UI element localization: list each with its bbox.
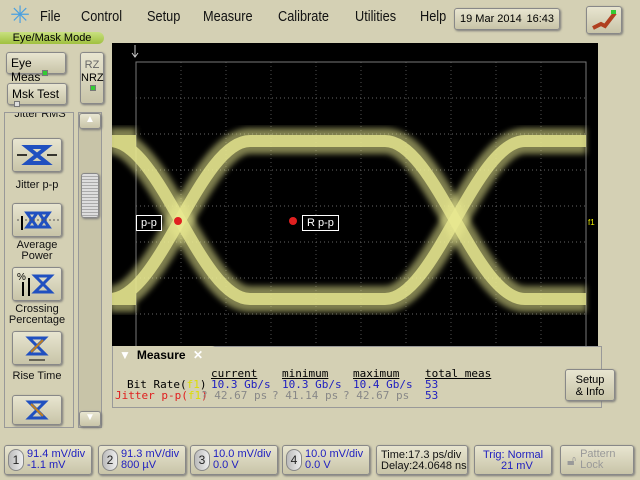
channel-knob: 1 — [8, 449, 24, 471]
value-total: 53 — [425, 389, 439, 402]
channel-offset: 0.0 V — [305, 459, 331, 471]
timebase-delay: Delay:24.0648 ns — [381, 460, 467, 472]
setup-info-label-2: & Info — [575, 386, 605, 398]
crossing-percentage-label: Crossing Percentage — [8, 303, 66, 326]
led-indicator — [14, 101, 20, 107]
channel-4-button[interactable]: 4 10.0 mV/div 0.0 V — [282, 445, 370, 475]
measure-panel: ▼ Measure ✕ current minimum maximum total… — [112, 346, 615, 408]
channel-offset: 0.0 V — [213, 459, 239, 471]
setup-info-button[interactable]: Setup & Info — [565, 369, 615, 401]
channel-offset: 800 µV — [121, 459, 157, 471]
scroll-down-button[interactable]: ▼ — [79, 411, 101, 427]
menu-bar: File Control Setup Measure Calibrate Uti… — [40, 8, 468, 25]
quick-measure-button[interactable] — [586, 6, 622, 34]
eye-trace — [109, 135, 586, 305]
time: 16:43 — [526, 13, 554, 25]
eye-diagram — [107, 45, 587, 351]
menu-measure[interactable]: Measure — [203, 8, 253, 25]
close-icon[interactable]: ✕ — [193, 348, 203, 362]
crossing-percentage-icon: % — [17, 272, 55, 296]
channel-1-button[interactable]: 1 91.4 mV/div -1.1 mV — [4, 445, 92, 475]
lock-icon: 🔓︎ — [567, 451, 577, 468]
channel-knob: 3 — [194, 449, 210, 471]
rz-nrz-toggle[interactable]: RZ NRZ — [80, 52, 104, 104]
fall-time-icon — [25, 400, 49, 420]
trigger-button[interactable]: Trig: Normal 21 mV — [474, 445, 552, 475]
menu-file[interactable]: File — [40, 8, 61, 25]
measure-tab[interactable]: ▼ Measure ✕ — [113, 346, 219, 364]
rise-time-button[interactable] — [12, 331, 62, 365]
msk-test-button[interactable]: Msk Test — [7, 83, 67, 107]
setup-info-label: Setup — [575, 374, 605, 386]
led-indicator — [42, 70, 49, 76]
nrz-label: NRZ — [81, 72, 104, 84]
msk-test-label: Msk Test — [12, 87, 60, 101]
trigger-level-marker: f1 — [588, 218, 595, 227]
channel-2-button[interactable]: 2 91.3 mV/div 800 µV — [98, 445, 186, 475]
average-power-icon — [17, 211, 59, 230]
eye-meas-button[interactable]: Eye Meas — [6, 52, 66, 84]
trigger-arrow-icon — [131, 45, 139, 58]
fall-time-button[interactable] — [12, 395, 62, 425]
rise-time-icon — [25, 336, 49, 361]
marker-left: p-p — [136, 215, 162, 231]
marker-right: R p-p — [302, 215, 339, 231]
jitter-pp-label: Jitter p-p — [15, 179, 59, 191]
channel-3-button[interactable]: 3 10.0 mV/div 0.0 V — [190, 445, 278, 475]
jitter-rms-label: Jitter RMS — [14, 112, 66, 120]
value-maximum: ? 42.67 ps — [343, 389, 410, 402]
pattern-lock-button[interactable]: 🔓︎ Pattern Lock — [560, 445, 634, 475]
channel-offset: -1.1 mV — [27, 459, 66, 471]
row-name: Jitter p-p( — [115, 389, 188, 402]
palette-scrollbar[interactable]: ▲ ▼ — [78, 112, 102, 428]
agilent-logo-icon: ✳ — [10, 2, 31, 29]
waveform-display[interactable]: p-p R p-p f1 — [107, 43, 598, 353]
menu-control[interactable]: Control — [81, 8, 122, 25]
row-source: f1 — [187, 389, 202, 402]
jitter-icon — [17, 145, 57, 165]
rise-time-label: Rise Time — [12, 370, 62, 382]
scroll-up-button[interactable]: ▲ — [79, 113, 101, 129]
rz-label: RZ — [84, 59, 100, 71]
menu-calibrate[interactable]: Calibrate — [278, 8, 329, 25]
crossing-percentage-button[interactable]: % — [12, 267, 62, 301]
menu-utilities[interactable]: Utilities — [355, 8, 396, 25]
value-current: ? 42.67 ps — [201, 389, 268, 402]
collapse-icon[interactable]: ▼ — [119, 348, 131, 362]
value-minimum: ? 41.14 ps — [272, 389, 339, 402]
led-indicator — [90, 85, 96, 91]
svg-text:%: % — [17, 272, 26, 283]
jitter-marker — [289, 217, 297, 225]
timebase-button[interactable]: Time:17.3 ps/div Delay:24.0648 ns — [376, 445, 468, 475]
channel-knob: 2 — [102, 449, 118, 471]
average-power-button[interactable] — [12, 203, 62, 237]
jitter-marker — [174, 217, 182, 225]
scroll-thumb[interactable] — [81, 173, 99, 218]
channel-knob: 4 — [286, 449, 302, 471]
measure-title: Measure — [136, 348, 186, 362]
datetime-display: 19 Mar 2014 16:43 — [454, 8, 560, 30]
date: 19 Mar 2014 — [460, 13, 522, 25]
trigger-level: 21 mV — [501, 460, 533, 472]
menu-setup[interactable]: Setup — [147, 8, 180, 25]
mode-label: Eye/Mask Mode — [0, 32, 104, 44]
pattern-lock-label-2: Lock — [580, 459, 604, 471]
jitter-pp-button[interactable] — [12, 138, 62, 172]
menu-help[interactable]: Help — [420, 8, 446, 25]
average-power-label: Average Power — [16, 239, 58, 262]
eye-meas-label: Eye Meas — [11, 56, 41, 84]
graph-icon — [592, 10, 617, 30]
